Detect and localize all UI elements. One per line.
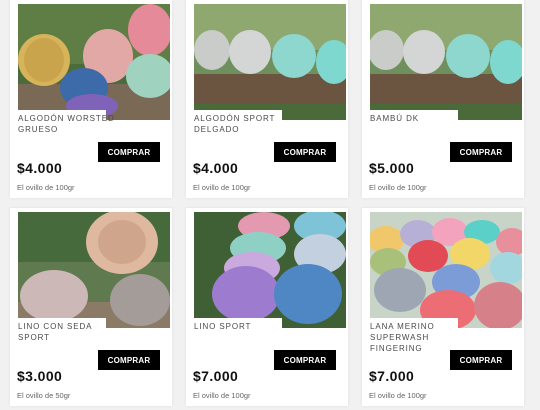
product-unit: El ovillo de 100gr bbox=[193, 183, 251, 192]
buy-button[interactable]: COMPRAR bbox=[450, 142, 512, 162]
product-price: $7.000 bbox=[369, 368, 415, 384]
buy-button[interactable]: COMPRAR bbox=[274, 350, 336, 370]
product-card: Lana merino superwash fingering COMPRAR … bbox=[362, 208, 524, 406]
product-price: $5.000 bbox=[369, 160, 415, 176]
product-card: Algodón worsted grueso COMPRAR $4.000 El… bbox=[10, 0, 172, 198]
product-image[interactable] bbox=[194, 212, 346, 328]
product-grid: Algodón worsted grueso COMPRAR $4.000 El… bbox=[0, 0, 540, 410]
product-image[interactable] bbox=[18, 212, 170, 328]
product-unit: El ovillo de 100gr bbox=[369, 183, 427, 192]
product-card: Algodón sport delgado COMPRAR $4.000 El … bbox=[186, 0, 348, 198]
buy-button[interactable]: COMPRAR bbox=[274, 142, 336, 162]
product-price: $3.000 bbox=[17, 368, 63, 384]
product-price: $4.000 bbox=[193, 160, 239, 176]
product-unit: El ovillo de 100gr bbox=[17, 183, 75, 192]
product-price: $4.000 bbox=[17, 160, 63, 176]
product-image[interactable] bbox=[194, 4, 346, 120]
buy-button[interactable]: COMPRAR bbox=[98, 350, 160, 370]
buy-button[interactable]: COMPRAR bbox=[450, 350, 512, 370]
product-image[interactable] bbox=[370, 4, 522, 120]
product-name[interactable]: Lino con seda sport bbox=[18, 321, 118, 343]
product-card: Lino con seda sport COMPRAR $3.000 El ov… bbox=[10, 208, 172, 406]
product-image[interactable] bbox=[370, 212, 522, 328]
product-price: $7.000 bbox=[193, 368, 239, 384]
product-image[interactable] bbox=[18, 4, 170, 120]
product-unit: El ovillo de 50gr bbox=[17, 391, 71, 400]
product-unit: El ovillo de 100gr bbox=[193, 391, 251, 400]
product-name[interactable]: Algodón worsted grueso bbox=[18, 113, 118, 135]
product-name[interactable]: Algodón sport delgado bbox=[194, 113, 294, 135]
product-card: Lino sport COMPRAR $7.000 El ovillo de 1… bbox=[186, 208, 348, 406]
product-unit: El ovillo de 100gr bbox=[369, 391, 427, 400]
product-card: Bambú DK COMPRAR $5.000 El ovillo de 100… bbox=[362, 0, 524, 198]
product-name[interactable]: Lino sport bbox=[194, 321, 294, 332]
product-name[interactable]: Bambú DK bbox=[370, 113, 470, 124]
buy-button[interactable]: COMPRAR bbox=[98, 142, 160, 162]
